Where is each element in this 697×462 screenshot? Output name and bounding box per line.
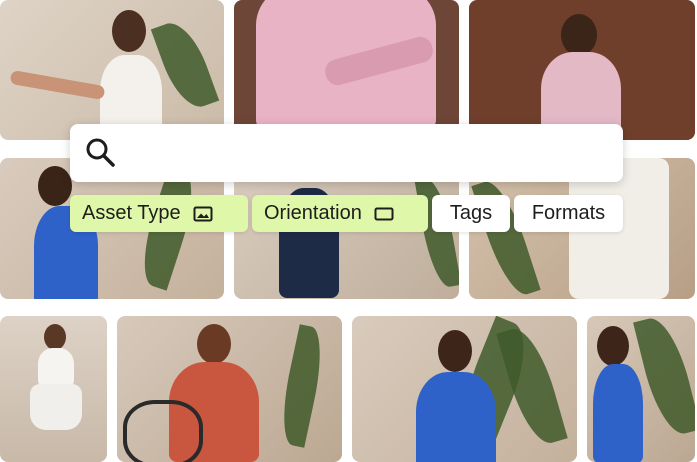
filter-tags-button[interactable]: Tags [432,195,510,232]
filter-asset-type-button[interactable]: Asset Type [70,195,248,232]
image-icon [193,206,213,221]
rectangle-icon [374,207,394,220]
filter-orientation-button[interactable]: Orientation [252,195,428,232]
photo-tile[interactable] [352,316,577,462]
filter-label: Formats [531,202,606,224]
filter-label: Asset Type [82,202,181,224]
photo-tile[interactable] [0,316,107,462]
filter-label: Orientation [264,202,362,224]
search-icon[interactable] [84,136,116,168]
photo-tile[interactable] [0,0,224,140]
photo-tile[interactable] [117,316,342,462]
filter-label: Tags [449,202,493,224]
search-box[interactable] [70,124,623,182]
photo-tile[interactable] [469,0,695,140]
photo-tile[interactable] [587,316,695,462]
search-input[interactable] [128,138,612,170]
filter-formats-button[interactable]: Formats [514,195,623,232]
photo-tile[interactable] [234,0,459,140]
